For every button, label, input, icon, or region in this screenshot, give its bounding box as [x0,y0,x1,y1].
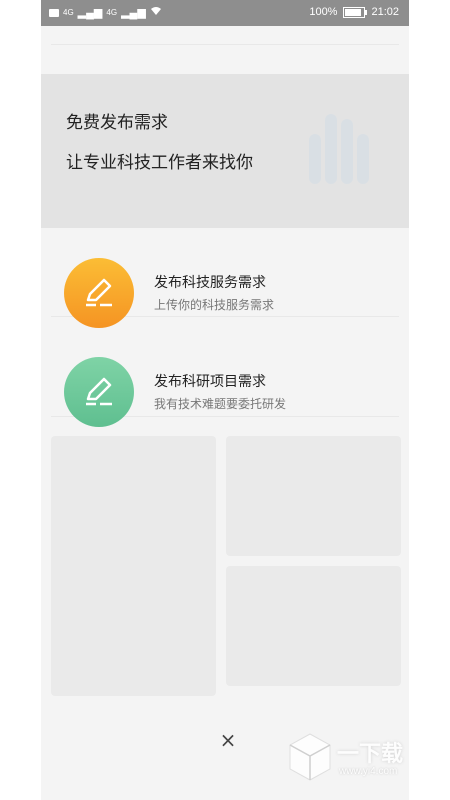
hand-illustration-icon [309,114,369,184]
publish-research-project-option[interactable]: 发布科研项目需求 我有技术难题要委托研发 [64,357,394,427]
watermark-text: 一下载 [337,742,404,767]
battery-icon [343,6,368,18]
option-title: 发布科技服务需求 [154,275,266,291]
publish-service-demand-option[interactable]: 发布科技服务需求 上传你的科技服务需求 [64,258,394,328]
promo-subtitle: 让专业科技工作者来找你 [66,153,253,173]
signal-label-2: 4G [106,8,118,17]
promo-title: 免费发布需求 [66,113,168,133]
option-subtitle: 上传你的科技服务需求 [154,298,275,312]
signal-icon: ▂▄▆ [121,7,146,19]
signal-icon: ▂▄▆ [77,7,103,19]
wifi-icon [150,6,162,19]
clock: 21:02 [371,6,399,18]
watermark-url: www.yi4.com [339,766,398,777]
pencil-icon [64,258,134,328]
pencil-icon [64,357,134,427]
status-bar: 4G ▂▄▆ 4G ▂▄▆ 100% 21:02 [41,0,409,26]
network-icon [49,8,59,17]
site-watermark: 一下载 www.yi4.com [287,730,437,785]
cube-logo-icon [289,733,331,781]
option-subtitle: 我有技术难题要委托研发 [154,397,287,411]
close-button[interactable]: × [218,730,238,750]
phone-screen: 4G ▂▄▆ 4G ▂▄▆ 100% 21:02 免费发布需求 让专业科技工作者… [41,0,409,800]
signal-label-1: 4G [63,8,74,17]
option-title: 发布科研项目需求 [154,374,266,390]
battery-percent: 100% [309,6,338,18]
